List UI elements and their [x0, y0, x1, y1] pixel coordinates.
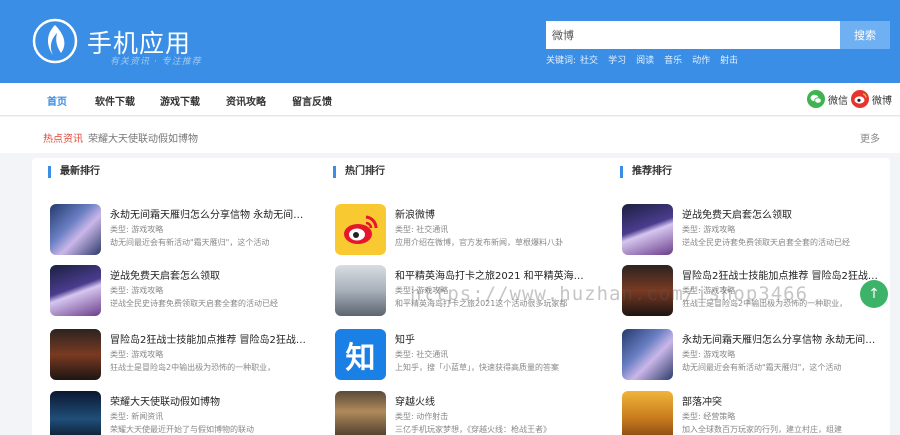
item-title[interactable]: 知乎 [395, 331, 593, 346]
item-title[interactable]: 冒险岛2狂战士技能加点推荐 冒险岛2狂战士技能 [682, 267, 880, 282]
item-description: 逆战全民史诗套免费领取天启套全套的活动已经 [110, 299, 278, 308]
weibo-icon [851, 90, 869, 108]
app-thumbnail[interactable] [50, 265, 101, 316]
keyword-link[interactable]: 社交 [580, 53, 598, 66]
item-category: 类型: 游戏攻略 [682, 225, 736, 234]
nav-item-software[interactable]: 软件下载 [95, 93, 135, 108]
ranking-item[interactable]: 部落冲突类型: 经营策略加入全球数百万玩家的行列，建立村庄，组建 [622, 391, 880, 435]
item-description: 荣耀大天使最近开始了与假如博物的联动 [110, 425, 254, 434]
item-title[interactable]: 部落冲突 [682, 393, 880, 408]
item-category: 类型: 动作射击 [395, 412, 449, 421]
item-description: 劫无间最近会有新活动"霜天雁归"，这个活动 [682, 363, 842, 372]
ranking-item[interactable]: 冒险岛2狂战士技能加点推荐 冒险岛2狂战士技能类型: 游戏攻略狂战士是冒险岛2中… [50, 329, 308, 383]
wechat-link[interactable]: 微信 [807, 89, 848, 109]
hot-keywords: 关键词: 社交 学习 阅读 音乐 动作 射击 [546, 53, 748, 66]
keyword-link[interactable]: 射击 [720, 53, 738, 66]
item-title[interactable]: 永劫无间霜天雁归怎么分享信物 永劫无间霜天雁归分享信物方法 [110, 206, 308, 221]
item-title[interactable]: 逆战免费天启套怎么领取 [682, 206, 880, 221]
item-description: 三亿手机玩家梦想，《穿越火线：枪战王者》 [395, 425, 551, 434]
column-title-recommended: 推荐排行 [620, 166, 672, 178]
ticker-more-link[interactable]: 更多 [860, 130, 880, 145]
item-title[interactable]: 穿越火线 [395, 393, 593, 408]
back-to-top-button[interactable]: ↑ [860, 280, 888, 308]
item-description: 狂战士是冒险岛2中输出极为恐怖的一种职业， [110, 363, 276, 372]
item-title[interactable]: 永劫无间霜天雁归怎么分享信物 永劫无间霜天雁归分享信物方法 [682, 331, 880, 346]
ranking-item[interactable]: 荣耀大天使联动假如博物类型: 新闻资讯荣耀大天使最近开始了与假如博物的联动 [50, 391, 308, 435]
site-logo[interactable]: 手机应用 有关资讯 · 专注推荐 [31, 17, 271, 69]
item-category: 类型: 游戏攻略 [110, 286, 164, 295]
item-description: 上知乎，搜「小蓝草」，快速获得高质量的答案 [395, 363, 559, 372]
main-nav: 首页 软件下载 游戏下载 资讯攻略 留言反馈 微信 微博 [0, 83, 900, 116]
ranking-item[interactable]: 逆战免费天启套怎么领取类型: 游戏攻略逆战全民史诗套免费领取天启套全套的活动已经 [622, 204, 880, 258]
app-thumbnail[interactable] [622, 204, 673, 255]
nav-item-news[interactable]: 资讯攻略 [226, 93, 266, 108]
column-title-hot: 热门排行 [333, 166, 385, 178]
ranking-item[interactable]: 新浪微博类型: 社交通讯应用介绍在微博，官方发布新闻，草根爆料八卦 [335, 204, 593, 258]
flame-logo-icon [32, 18, 78, 64]
app-thumbnail[interactable] [622, 329, 673, 380]
wechat-icon [807, 90, 825, 108]
app-thumbnail[interactable] [622, 391, 673, 435]
watermark-text: https://www.huzhan.com/ishop3466 [410, 283, 809, 305]
app-thumbnail[interactable] [50, 391, 101, 435]
keyword-link[interactable]: 音乐 [664, 53, 682, 66]
search-button[interactable]: 搜索 [840, 21, 890, 49]
item-title[interactable]: 逆战免费天启套怎么领取 [110, 267, 308, 282]
keywords-label: 关键词: [546, 56, 577, 66]
keyword-link[interactable]: 阅读 [636, 53, 654, 66]
item-category: 类型: 游戏攻略 [110, 350, 164, 359]
item-category: 类型: 游戏攻略 [110, 225, 164, 234]
item-description: 劫无间最近会有新活动"霜天雁归"，这个活动 [110, 238, 270, 247]
keyword-link[interactable]: 学习 [608, 53, 626, 66]
weibo-link[interactable]: 微博 [851, 89, 892, 109]
item-description: 逆战全民史诗套免费领取天启套全套的活动已经 [682, 238, 850, 247]
item-title[interactable]: 荣耀大天使联动假如博物 [110, 393, 308, 408]
search-input[interactable] [546, 21, 840, 49]
site-header: 手机应用 有关资讯 · 专注推荐 搜索 关键词: 社交 学习 阅读 音乐 动作 … [0, 0, 900, 83]
item-title[interactable]: 和平精英海岛打卡之旅2021 和平精英海岛打卡 [395, 267, 593, 282]
item-category: 类型: 社交通讯 [395, 225, 449, 234]
weibo-app-icon [344, 215, 378, 244]
ranking-item[interactable]: 逆战免费天启套怎么领取类型: 游戏攻略逆战全民史诗套免费领取天启套全套的活动已经 [50, 265, 308, 319]
app-thumbnail[interactable] [50, 329, 101, 380]
app-thumbnail[interactable] [335, 391, 386, 435]
app-thumbnail[interactable] [335, 265, 386, 316]
ranking-item[interactable]: 知知乎类型: 社交通讯上知乎，搜「小蓝草」，快速获得高质量的答案 [335, 329, 593, 383]
item-description: 应用介绍在微博，官方发布新闻，草根爆料八卦 [395, 238, 563, 247]
app-thumbnail[interactable] [335, 204, 386, 255]
item-category: 类型: 新闻资讯 [110, 412, 164, 421]
item-title[interactable]: 冒险岛2狂战士技能加点推荐 冒险岛2狂战士技能 [110, 331, 308, 346]
item-category: 类型: 游戏攻略 [682, 350, 736, 359]
site-slogan: 有关资讯 · 专注推荐 [110, 57, 202, 67]
app-thumbnail[interactable] [50, 204, 101, 255]
item-title[interactable]: 新浪微博 [395, 206, 593, 221]
wechat-label: 微信 [828, 95, 848, 107]
ranking-item[interactable]: 穿越火线类型: 动作射击三亿手机玩家梦想，《穿越火线：枪战王者》 [335, 391, 593, 435]
nav-item-home[interactable]: 首页 [47, 93, 67, 108]
nav-item-feedback[interactable]: 留言反馈 [292, 93, 332, 108]
item-description: 加入全球数百万玩家的行列，建立村庄，组建 [682, 425, 842, 434]
app-thumbnail[interactable]: 知 [335, 329, 386, 380]
item-category: 类型: 经营策略 [682, 412, 736, 421]
nav-item-games[interactable]: 游戏下载 [160, 93, 200, 108]
ticker-label: 热点资讯 [43, 134, 83, 145]
hot-news-ticker: 热点资讯 荣耀大天使联动假如博物 更多 [0, 117, 900, 153]
keyword-link[interactable]: 动作 [692, 53, 710, 66]
ranking-item[interactable]: 永劫无间霜天雁归怎么分享信物 永劫无间霜天雁归分享信物方法类型: 游戏攻略劫无间… [622, 329, 880, 383]
ranking-item[interactable]: 永劫无间霜天雁归怎么分享信物 永劫无间霜天雁归分享信物方法类型: 游戏攻略劫无间… [50, 204, 308, 258]
ticker-headline[interactable]: 荣耀大天使联动假如博物 [88, 130, 198, 145]
item-category: 类型: 社交通讯 [395, 350, 449, 359]
weibo-label: 微博 [872, 95, 892, 107]
column-title-latest: 最新排行 [48, 166, 100, 178]
